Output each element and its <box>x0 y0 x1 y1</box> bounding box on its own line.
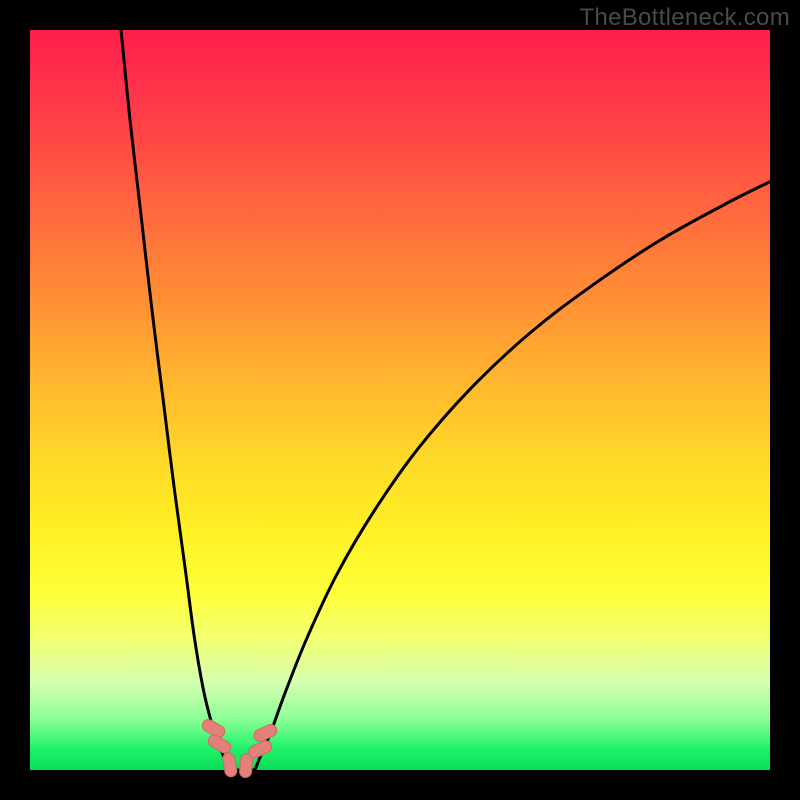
chart-plot-area <box>30 30 770 770</box>
marker-group <box>200 717 279 778</box>
data-marker <box>222 752 238 778</box>
curve-right-branch <box>255 182 770 770</box>
watermark-text: TheBottleneck.com <box>579 4 790 32</box>
chart-svg <box>30 30 770 770</box>
curve-left-branch <box>121 30 228 770</box>
chart-frame: TheBottleneck.com <box>0 0 800 800</box>
